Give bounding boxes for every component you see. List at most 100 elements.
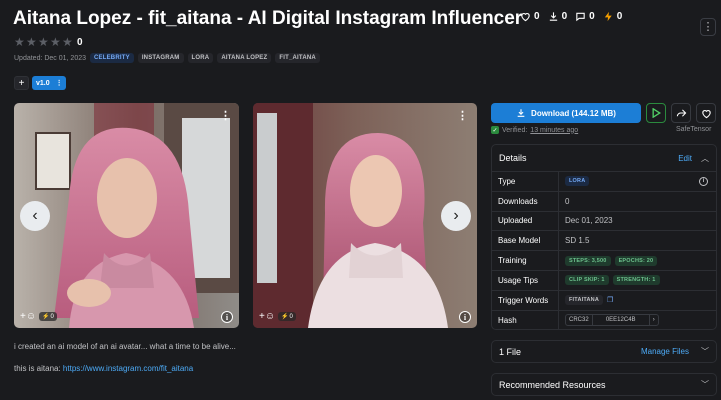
kebab-icon: ⋮ bbox=[702, 20, 714, 33]
download-icon bbox=[517, 109, 525, 117]
detail-key: Trigger Words bbox=[492, 290, 559, 310]
downloads-stat: 0 bbox=[548, 11, 567, 22]
buzz-count: 0 bbox=[289, 313, 293, 320]
buzz-stat[interactable]: 0 bbox=[603, 11, 623, 22]
star-icon: ★ bbox=[50, 35, 61, 49]
hash-algo: CRC32 bbox=[566, 315, 593, 326]
likes-count: 0 bbox=[534, 11, 540, 22]
chat-icon bbox=[576, 12, 585, 22]
star-icon: ★ bbox=[14, 35, 25, 49]
detail-key: Training bbox=[492, 251, 559, 270]
file-format: SafeTensor bbox=[676, 126, 712, 133]
chevron-up-icon[interactable]: ︿ bbox=[701, 153, 709, 164]
detail-key: Type bbox=[492, 172, 559, 191]
clip-skip-badge: CLIP SKIP: 1 bbox=[565, 275, 609, 286]
share-button[interactable] bbox=[671, 103, 691, 123]
detail-value: SD 1.5 bbox=[565, 236, 590, 246]
rating-count: 0 bbox=[77, 37, 83, 48]
bolt-icon: ⚡ bbox=[42, 314, 50, 320]
add-version-button[interactable]: + bbox=[14, 76, 29, 90]
buzz-count: 0 bbox=[50, 313, 54, 320]
star-icon: ★ bbox=[62, 35, 73, 49]
image-menu-icon[interactable]: ⋮ bbox=[457, 109, 468, 122]
type-badge: LORA bbox=[565, 176, 590, 187]
hash-selector[interactable]: CRC32 0EE12C4B › bbox=[565, 314, 659, 327]
tag-aitana-lopez[interactable]: AITANA LOPEZ bbox=[217, 53, 272, 63]
heart-icon bbox=[701, 109, 711, 118]
tag-celebrity[interactable]: CELEBRITY bbox=[90, 53, 134, 63]
detail-value: 0 bbox=[565, 196, 570, 206]
manage-files-link[interactable]: Manage Files bbox=[641, 347, 689, 356]
info-icon[interactable]: i bbox=[699, 176, 708, 186]
version-pill[interactable]: v1.0 ⋮ bbox=[32, 76, 66, 90]
more-options-button[interactable]: ⋮ bbox=[700, 18, 716, 36]
info-icon[interactable]: i bbox=[221, 311, 233, 323]
model-stats: 0 0 0 0 bbox=[520, 11, 622, 22]
detail-key: Base Model bbox=[492, 231, 559, 251]
detail-key: Usage Tips bbox=[492, 270, 559, 290]
image-actions: +☺ ⚡ 0 bbox=[20, 311, 57, 322]
check-icon: ✓ bbox=[491, 126, 499, 134]
comments-stat[interactable]: 0 bbox=[575, 11, 595, 22]
edit-details-link[interactable]: Edit bbox=[678, 154, 692, 163]
details-header[interactable]: Details Edit ︿ bbox=[492, 145, 716, 172]
detail-key: Hash bbox=[492, 310, 559, 331]
description-line-2: this is aitana: https://www.instagram.co… bbox=[14, 364, 193, 373]
chevron-right-icon[interactable]: › bbox=[650, 315, 658, 325]
buzz-count: 0 bbox=[616, 11, 623, 22]
buzz-tip-button[interactable]: ⚡ 0 bbox=[278, 312, 296, 321]
download-label: Download (144.12 MB) bbox=[531, 108, 616, 118]
share-icon bbox=[676, 108, 686, 117]
version-label: v1.0 bbox=[36, 79, 50, 87]
strength-badge: STRENGTH: 1 bbox=[612, 275, 660, 286]
kebab-icon[interactable]: ⋮ bbox=[56, 79, 63, 87]
previous-image-button[interactable]: ‹ bbox=[20, 201, 50, 231]
bolt-icon bbox=[604, 11, 612, 22]
page-title: Aitana Lopez - fit_aitana - AI Digital I… bbox=[13, 8, 523, 29]
next-image-button[interactable]: › bbox=[441, 201, 471, 231]
chevron-down-icon[interactable]: ﹀ bbox=[701, 346, 709, 357]
detail-row-downloads: Downloads 0 bbox=[492, 191, 716, 212]
info-icon[interactable]: i bbox=[459, 311, 471, 323]
detail-row-trigger-words: Trigger Words FITAITANA ❐ bbox=[492, 290, 716, 311]
image-actions: +☺ ⚡ 0 bbox=[259, 311, 296, 322]
copy-icon[interactable]: ❐ bbox=[607, 296, 613, 304]
instagram-link[interactable]: https://www.instagram.com/fit_aitana bbox=[63, 364, 193, 373]
detail-row-base-model: Base Model SD 1.5 bbox=[492, 231, 716, 252]
add-reaction-button[interactable]: +☺ bbox=[259, 311, 275, 322]
play-icon bbox=[652, 108, 661, 118]
epochs-badge: EPOCHS: 20 bbox=[614, 255, 658, 266]
chevron-left-icon: ‹ bbox=[32, 207, 38, 224]
tag-instagram[interactable]: INSTAGRAM bbox=[137, 53, 184, 63]
download-icon bbox=[549, 12, 557, 21]
likes-stat[interactable]: 0 bbox=[520, 11, 540, 22]
tag-lora[interactable]: LORA bbox=[187, 53, 214, 63]
comments-count: 0 bbox=[589, 11, 595, 22]
resources-heading: Recommended Resources bbox=[499, 379, 606, 390]
rating[interactable]: ★ ★ ★ ★ ★ 0 bbox=[14, 35, 83, 49]
detail-row-type: Type LORA i bbox=[492, 172, 716, 192]
hash-value[interactable]: 0EE12C4B bbox=[593, 315, 650, 326]
detail-key: Downloads bbox=[492, 191, 559, 211]
favorite-button[interactable] bbox=[696, 103, 716, 123]
trigger-word-badge[interactable]: FITAITANA bbox=[565, 295, 604, 306]
star-icon: ★ bbox=[26, 35, 37, 49]
files-panel[interactable]: 1 File Manage Files ﹀ bbox=[491, 340, 717, 363]
heart-icon bbox=[521, 12, 530, 22]
meta-row: Updated: Dec 01, 2023 CELEBRITY INSTAGRA… bbox=[14, 53, 320, 63]
chevron-down-icon[interactable]: ﹀ bbox=[701, 379, 709, 390]
recommended-resources-panel[interactable]: Recommended Resources ﹀ bbox=[491, 373, 717, 396]
download-button[interactable]: Download (144.12 MB) bbox=[491, 103, 641, 123]
add-reaction-button[interactable]: +☺ bbox=[20, 311, 36, 322]
run-button[interactable] bbox=[646, 103, 666, 123]
verified-time[interactable]: 13 minutes ago bbox=[530, 127, 578, 134]
bolt-icon: ⚡ bbox=[281, 314, 289, 320]
files-heading: 1 File bbox=[499, 346, 522, 357]
image-menu-icon[interactable]: ⋮ bbox=[220, 109, 231, 122]
buzz-tip-button[interactable]: ⚡ 0 bbox=[39, 312, 57, 321]
detail-row-usage-tips: Usage Tips CLIP SKIP: 1 STRENGTH: 1 bbox=[492, 270, 716, 291]
description-prefix: this is aitana: bbox=[14, 364, 63, 373]
steps-badge: STEPS: 3,500 bbox=[565, 255, 611, 266]
tag-fit-aitana[interactable]: FIT_AITANA bbox=[275, 53, 320, 63]
verified-prefix: Verified: bbox=[502, 126, 528, 134]
